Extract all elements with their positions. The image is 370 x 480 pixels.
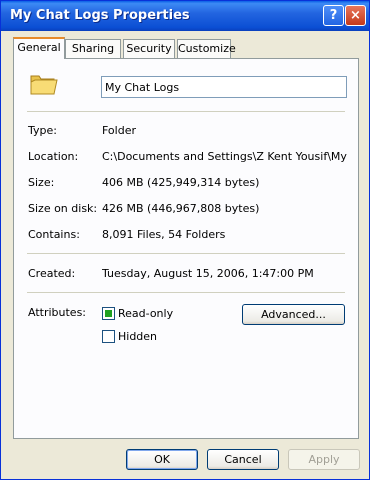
tab-customize[interactable]: Customize [177,39,236,58]
help-button[interactable]: ? [323,5,344,26]
type-value: Folder [102,124,136,137]
location-label: Location: [28,150,79,163]
window-title: My Chat Logs Properties [10,8,190,23]
separator [27,253,345,254]
readonly-label[interactable]: Read-only [118,307,173,320]
tab-sharing[interactable]: Sharing [65,39,121,58]
ok-button[interactable]: OK [126,449,198,470]
readonly-checkbox[interactable] [102,307,115,320]
type-label: Type: [28,124,57,137]
general-tab-panel: Type: Folder Location: C:\Documents and … [13,58,359,439]
size-on-disk-label: Size on disk: [28,202,98,215]
size-value: 406 MB (425,949,314 bytes) [102,176,260,189]
title-bar[interactable]: My Chat Logs Properties ? × [1,1,369,31]
size-label: Size: [28,176,55,189]
separator [27,111,345,112]
hidden-checkbox[interactable] [102,330,115,343]
help-icon: ? [329,8,338,23]
created-label: Created: [28,267,76,280]
size-on-disk-value: 426 MB (446,967,808 bytes) [102,202,260,215]
close-icon: × [350,8,361,23]
contains-label: Contains: [28,228,80,241]
advanced-button[interactable]: Advanced... [242,304,345,325]
cancel-button[interactable]: Cancel [207,449,279,470]
properties-dialog: My Chat Logs Properties ? × General Shar… [0,0,370,480]
location-value: C:\Documents and Settings\Z Kent Yousif\… [102,150,348,163]
tab-general[interactable]: General [13,37,65,59]
attributes-label: Attributes: [28,306,87,319]
folder-name-input[interactable] [101,76,347,98]
contains-value: 8,091 Files, 54 Folders [102,228,226,241]
tab-security[interactable]: Security [123,39,175,58]
separator [27,292,345,293]
apply-button[interactable]: Apply [288,449,360,470]
hidden-label[interactable]: Hidden [118,330,157,343]
folder-icon [30,75,58,95]
close-button[interactable]: × [345,5,366,26]
created-value: Tuesday, August 15, 2006, 1:47:00 PM [102,267,314,280]
